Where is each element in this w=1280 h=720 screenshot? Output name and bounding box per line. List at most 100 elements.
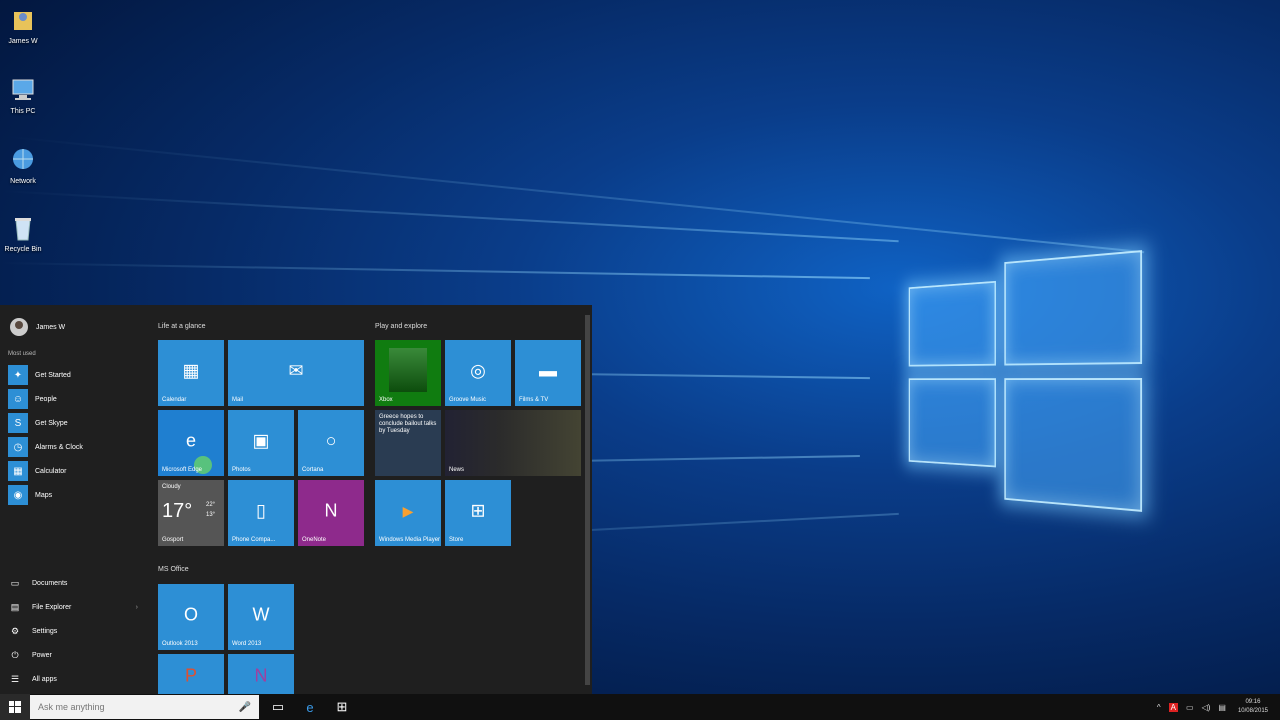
most-used-item-alarms[interactable]: ◷ Alarms & Clock (8, 437, 83, 457)
start-item-power[interactable]: ⏻ Power (8, 645, 138, 665)
outlook-icon: O (183, 604, 198, 625)
user-folder-icon (10, 6, 36, 34)
taskbar: Ask me anything 🎤 ▭ e ⊞ ^ A ▭ ◁) ▤ 09:16… (0, 694, 1280, 720)
network-icon[interactable]: ▭ (1186, 703, 1194, 712)
clock-date: 10/08/2015 (1237, 708, 1268, 714)
start-item-file-explorer[interactable]: ▤ File Explorer › (8, 597, 138, 617)
start-item-documents[interactable]: ▭ Documents (8, 573, 138, 593)
tile-onenote-2013[interactable]: N (228, 654, 294, 694)
microphone-icon[interactable]: 🎤 (239, 702, 251, 713)
action-center-icon[interactable]: ▤ (1218, 703, 1226, 712)
list-icon: ☰ (10, 673, 20, 684)
start-button[interactable] (0, 694, 30, 720)
weather-condition: Cloudy (162, 484, 181, 490)
most-used-item-maps[interactable]: ◉ Maps (8, 485, 52, 505)
group-label-play[interactable]: Play and explore (375, 323, 427, 330)
user-account[interactable]: James W (10, 317, 65, 337)
onenote-icon: N (324, 500, 338, 521)
most-used-item-get-started[interactable]: ✦ Get Started (8, 365, 71, 385)
start-item-all-apps[interactable]: ☰ All apps (8, 669, 138, 689)
most-used-label: Calculator (35, 467, 67, 475)
tile-microsoft-edge[interactable]: e Microsoft Edge (158, 410, 224, 476)
calendar-icon: ▦ (182, 360, 200, 381)
scrollbar[interactable] (585, 315, 590, 685)
tile-photos[interactable]: ▣ Photos (228, 410, 294, 476)
tile-word[interactable]: W Word 2013 (228, 584, 294, 650)
tile-weather[interactable]: Cloudy 17° 22° 13° Gosport (158, 480, 224, 546)
clock-time: 09:16 (1245, 699, 1261, 705)
gear-icon: ⚙ (10, 625, 20, 636)
task-view-icon[interactable]: ▭ (262, 694, 294, 720)
start-left-column: James W Most used ✦ Get Started ☺ People… (0, 305, 150, 694)
antivirus-icon[interactable]: A (1168, 702, 1179, 712)
lightbulb-icon: ✦ (8, 365, 28, 385)
tile-label: Outlook 2013 (162, 641, 198, 647)
most-used-item-calculator[interactable]: ▦ Calculator (8, 461, 67, 481)
desktop-icon-label: Recycle Bin (4, 246, 42, 253)
tile-cortana[interactable]: ○ Cortana (298, 410, 364, 476)
network-icon (10, 146, 36, 174)
clapperboard-icon: ▬ (539, 360, 557, 381)
onenote-icon: N (254, 665, 268, 686)
desktop-icon-recycle-bin[interactable]: Recycle Bin (0, 214, 46, 253)
xbox-art (389, 348, 427, 392)
system-tray: ^ A ▭ ◁) ▤ 09:16 10/08/2015 (1157, 694, 1268, 720)
tile-xbox[interactable]: Xbox (375, 340, 441, 406)
tile-films-tv[interactable]: ▬ Films & TV (515, 340, 581, 406)
most-used-label: Get Skype (35, 419, 68, 427)
tile-label: Films & TV (519, 397, 549, 403)
tile-groove-music[interactable]: ◎ Groove Music (445, 340, 511, 406)
windows-icon (9, 701, 21, 713)
tile-store[interactable]: ⊞ Store (445, 480, 511, 546)
weather-temperature: 17° (162, 500, 193, 522)
mail-icon: ✉ (288, 360, 304, 381)
power-icon: ⏻ (11, 649, 19, 660)
people-icon: ☺ (8, 389, 28, 409)
search-box[interactable]: Ask me anything 🎤 (30, 695, 259, 719)
desktop-icon-user[interactable]: James W (0, 6, 46, 45)
start-item-label: File Explorer (32, 603, 72, 611)
tile-label: Gosport (162, 537, 184, 543)
most-used-label: Maps (35, 491, 53, 499)
tile-news-headline[interactable]: Greece hopes to conclude bailout talks b… (375, 410, 441, 476)
tile-phone-companion[interactable]: ▯ Phone Compa... (228, 480, 294, 546)
tile-onenote[interactable]: N OneNote (298, 480, 364, 546)
desktop-icon-label: Network (10, 178, 36, 185)
edge-icon[interactable]: e (294, 694, 326, 720)
most-used-label: Get Started (35, 371, 71, 379)
tile-calendar[interactable]: ▦ Calendar (158, 340, 224, 406)
search-placeholder: Ask me anything (38, 702, 105, 712)
chevron-up-icon[interactable]: ^ (1157, 703, 1161, 712)
avatar (10, 318, 28, 336)
tile-label: Phone Compa... (232, 537, 276, 543)
media-player-icon: ▶ (402, 502, 414, 519)
desktop-icon-this-pc[interactable]: This PC (0, 76, 46, 115)
folder-icon: ▭ (10, 577, 20, 588)
clock[interactable]: 09:16 10/08/2015 (1238, 698, 1268, 716)
tile-label: Photos (232, 467, 251, 473)
windows-logo (908, 230, 1143, 530)
most-used-item-get-skype[interactable]: S Get Skype (8, 413, 68, 433)
tile-label: Store (449, 537, 464, 543)
most-used-item-people[interactable]: ☺ People (8, 389, 57, 409)
group-label-office[interactable]: MS Office (158, 566, 189, 573)
chevron-right-icon[interactable]: › (136, 604, 138, 611)
file-explorer-icon: ▤ (10, 601, 20, 612)
desktop-icon-label: James W (8, 38, 38, 45)
user-name: James W (36, 323, 66, 331)
start-item-settings[interactable]: ⚙ Settings (8, 621, 138, 641)
tile-outlook[interactable]: O Outlook 2013 (158, 584, 224, 650)
group-label-life[interactable]: Life at a glance (158, 323, 205, 330)
most-used-label: People (35, 395, 57, 403)
tile-mail[interactable]: ✉ Mail (228, 340, 364, 406)
word-icon: W (252, 604, 270, 625)
desktop-icon-network[interactable]: Network (0, 146, 46, 185)
calculator-icon: ▦ (8, 461, 28, 481)
tile-label: OneNote (302, 537, 327, 543)
store-icon[interactable]: ⊞ (326, 694, 358, 720)
volume-icon[interactable]: ◁) (1202, 703, 1211, 712)
tile-news[interactable]: News (445, 410, 581, 476)
start-item-label: Documents (32, 579, 68, 587)
tile-powerpoint[interactable]: P (158, 654, 224, 694)
tile-windows-media-player[interactable]: ▶ Windows Media Player (375, 480, 441, 546)
